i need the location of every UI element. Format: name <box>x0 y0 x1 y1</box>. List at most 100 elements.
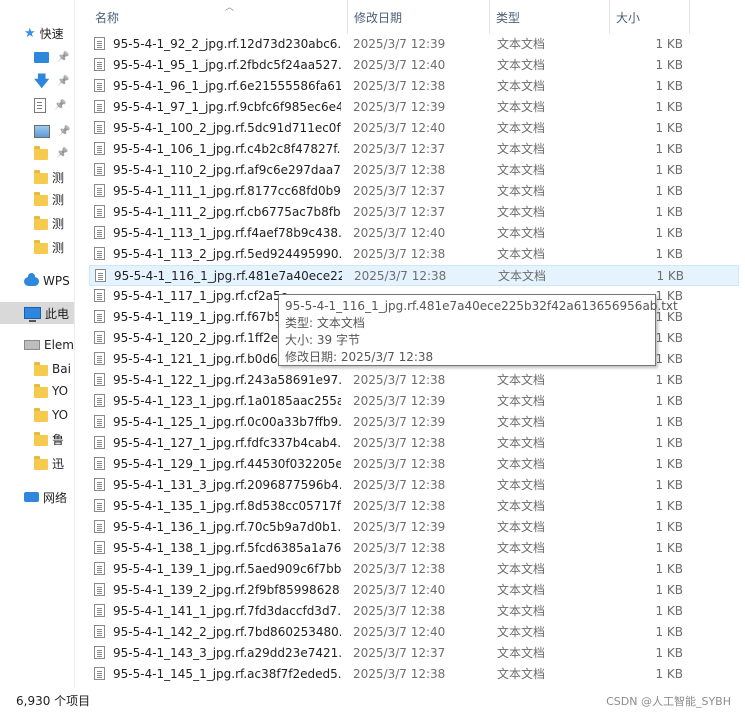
file-type: 文本文档 <box>498 269 547 283</box>
table-row[interactable]: 95-5-4-1_111_2_jpg.rf.cb6775ac7b8fb... 20… <box>89 202 739 223</box>
nav-item-18[interactable]: 网络 <box>0 486 74 508</box>
table-row[interactable]: 95-5-4-1_143_3_jpg.rf.a29dd23e7421... 202… <box>89 643 739 664</box>
table-row[interactable]: 95-5-4-1_122_1_jpg.rf.243a58691e97... 202… <box>89 370 739 391</box>
nav-item-5[interactable]: 📌 <box>0 142 74 164</box>
file-type: 文本文档 <box>497 58 546 72</box>
text-file-icon <box>94 352 105 365</box>
table-row[interactable]: 95-5-4-1_110_2_jpg.rf.af9c6e297daa7... 20… <box>89 160 739 181</box>
table-row[interactable]: 95-5-4-1_139_2_jpg.rf.2f9bf85998628... 20… <box>89 580 739 601</box>
nav-item-label: YO <box>52 408 69 422</box>
file-type: 文本文档 <box>497 646 546 660</box>
drive-icon <box>24 340 40 350</box>
table-row[interactable]: 95-5-4-1_106_1_jpg.rf.c4b2c8f47827f... 20… <box>89 139 739 160</box>
text-file-icon <box>94 58 105 71</box>
table-row[interactable]: 95-5-4-1_141_1_jpg.rf.7fd3daccfd3d7... 20… <box>89 601 739 622</box>
tooltip-size: 大小: 39 字节 <box>285 333 360 347</box>
folder-icon <box>34 361 48 376</box>
table-row[interactable]: 95-5-4-1_131_3_jpg.rf.2096877596b4... 202… <box>89 475 739 496</box>
table-row[interactable]: 95-5-4-1_145_1_jpg.rf.ac38f7f2eded5... 20… <box>89 664 739 685</box>
column-header-name[interactable]: 名称 ︿ <box>89 0 348 34</box>
folder-icon <box>34 239 48 254</box>
file-name: 95-5-4-1_127_1_jpg.rf.fdfc337b4cab4... <box>113 436 341 450</box>
file-name: 95-5-4-1_110_2_jpg.rf.af9c6e297daa7... <box>113 163 341 177</box>
table-row[interactable]: 95-5-4-1_138_1_jpg.rf.5fcd6385a1a76... 20… <box>89 538 739 559</box>
file-name: 95-5-4-1_139_1_jpg.rf.5aed909c6f7bb... <box>113 562 341 576</box>
file-type: 文本文档 <box>497 667 546 681</box>
file-type: 文本文档 <box>497 373 546 387</box>
file-date: 2025/3/7 12:38 <box>353 541 446 555</box>
nav-item-label: 快速 <box>39 26 64 41</box>
nav-item-13[interactable]: Bai <box>0 358 74 380</box>
table-row[interactable]: 95-5-4-1_116_1_jpg.rf.481e7a40ece22... 20… <box>89 265 739 286</box>
nav-item-7[interactable]: 测 <box>0 188 74 210</box>
file-date: 2025/3/7 12:39 <box>353 520 446 534</box>
table-row[interactable]: 95-5-4-1_113_1_jpg.rf.f4aef78b9c438... 20… <box>89 223 739 244</box>
nav-item-14[interactable]: YO <box>0 380 74 402</box>
nav-item-15[interactable]: YO <box>0 404 74 426</box>
file-date: 2025/3/7 12:37 <box>353 184 446 198</box>
file-name: 95-5-4-1_131_3_jpg.rf.2096877596b4... <box>113 478 341 492</box>
file-size: 1 KB <box>655 373 683 387</box>
nav-item-6[interactable]: 测 <box>0 166 74 188</box>
file-date: 2025/3/7 12:38 <box>353 436 446 450</box>
column-header-size[interactable]: 大小 <box>610 0 690 34</box>
watermark-text: CSDN @人工智能_SYBH <box>606 695 731 708</box>
download-icon: 🡇 <box>34 71 50 90</box>
column-header-type[interactable]: 类型 <box>490 0 610 34</box>
navigation-pane[interactable]: ★ 快速 📌 🡇 📌 📌 📌 📌 测测测测 WPS 此电 Elem Bai YO YO 鲁迅网络 <box>0 0 75 688</box>
file-date: 2025/3/7 12:39 <box>353 100 446 114</box>
nav-item-1[interactable]: 📌 <box>0 46 74 68</box>
file-size: 1 KB <box>655 604 683 618</box>
file-name: 95-5-4-1_138_1_jpg.rf.5fcd6385a1a76... <box>113 541 341 555</box>
nav-item-12[interactable]: Elem <box>0 334 74 356</box>
file-name: 95-5-4-1_122_1_jpg.rf.243a58691e97... <box>113 373 341 387</box>
table-row[interactable]: 95-5-4-1_111_1_jpg.rf.8177cc68fd0b9... 20… <box>89 181 739 202</box>
nav-item-3[interactable]: 📌 <box>0 94 74 116</box>
file-type: 文本文档 <box>497 79 546 93</box>
text-file-icon <box>94 247 105 260</box>
table-row[interactable]: 95-5-4-1_96_1_jpg.rf.6e21555586fa61... 20… <box>89 76 739 97</box>
column-header-date[interactable]: 修改日期 <box>348 0 490 34</box>
text-file-icon <box>94 121 105 134</box>
table-row[interactable]: 95-5-4-1_136_1_jpg.rf.70c5b9a7d0b1... 202… <box>89 517 739 538</box>
folder-icon <box>34 455 48 470</box>
file-size: 1 KB <box>655 247 683 261</box>
table-row[interactable]: 95-5-4-1_125_1_jpg.rf.0c00a33b7ffb9... 20… <box>89 412 739 433</box>
table-row[interactable]: 95-5-4-1_139_1_jpg.rf.5aed909c6f7bb... 20… <box>89 559 739 580</box>
table-row[interactable]: 95-5-4-1_123_1_jpg.rf.1a0185aac255a... 20… <box>89 391 739 412</box>
file-info-tooltip: 95-5-4-1_116_1_jpg.rf.481e7a40ece225b32f… <box>278 294 678 366</box>
nav-item-4[interactable]: 📌 <box>0 120 74 142</box>
file-size: 1 KB <box>655 457 683 471</box>
nav-item-label: 测 <box>52 216 65 231</box>
network-icon <box>24 492 39 502</box>
column-header-size-label: 大小 <box>616 10 641 25</box>
nav-item-0[interactable]: ★ 快速 <box>0 22 74 44</box>
nav-item-16[interactable]: 鲁 <box>0 428 74 450</box>
pin-icon: 📌 <box>54 99 67 111</box>
folder-icon <box>34 191 48 206</box>
table-row[interactable]: 95-5-4-1_113_2_jpg.rf.5ed924495990... 202… <box>89 244 739 265</box>
file-name: 95-5-4-1_145_1_jpg.rf.ac38f7f2eded5... <box>113 667 341 681</box>
table-row[interactable]: 95-5-4-1_127_1_jpg.rf.fdfc337b4cab4... 20… <box>89 433 739 454</box>
nav-item-17[interactable]: 迅 <box>0 452 74 474</box>
nav-item-8[interactable]: 测 <box>0 212 74 234</box>
file-size: 1 KB <box>655 541 683 555</box>
file-type: 文本文档 <box>497 247 546 261</box>
table-row[interactable]: 95-5-4-1_142_2_jpg.rf.7bd860253480... 202… <box>89 622 739 643</box>
nav-item-10[interactable]: WPS <box>0 270 74 292</box>
table-row[interactable]: 95-5-4-1_100_2_jpg.rf.5dc91d711ec0f... 20… <box>89 118 739 139</box>
file-size: 1 KB <box>655 58 683 72</box>
nav-item-2[interactable]: 🡇 📌 <box>0 70 74 92</box>
file-name: 95-5-4-1_96_1_jpg.rf.6e21555586fa61... <box>113 79 341 93</box>
file-date: 2025/3/7 12:38 <box>353 604 446 618</box>
table-row[interactable]: 95-5-4-1_97_1_jpg.rf.9cbfc6f985ec6e4... 2… <box>89 97 739 118</box>
nav-item-label: YO <box>52 384 69 398</box>
table-row[interactable]: 95-5-4-1_92_2_jpg.rf.12d73d230abc6... 202… <box>89 34 739 55</box>
folder-icon <box>34 145 48 160</box>
nav-item-9[interactable]: 测 <box>0 236 74 258</box>
nav-item-11[interactable]: 此电 <box>0 302 74 324</box>
table-row[interactable]: 95-5-4-1_95_1_jpg.rf.2fbdc5f24aa527... 20… <box>89 55 739 76</box>
file-date: 2025/3/7 12:38 <box>353 478 446 492</box>
table-row[interactable]: 95-5-4-1_129_1_jpg.rf.44530f032205e... 20… <box>89 454 739 475</box>
table-row[interactable]: 95-5-4-1_135_1_jpg.rf.8d538cc05717f... 20… <box>89 496 739 517</box>
